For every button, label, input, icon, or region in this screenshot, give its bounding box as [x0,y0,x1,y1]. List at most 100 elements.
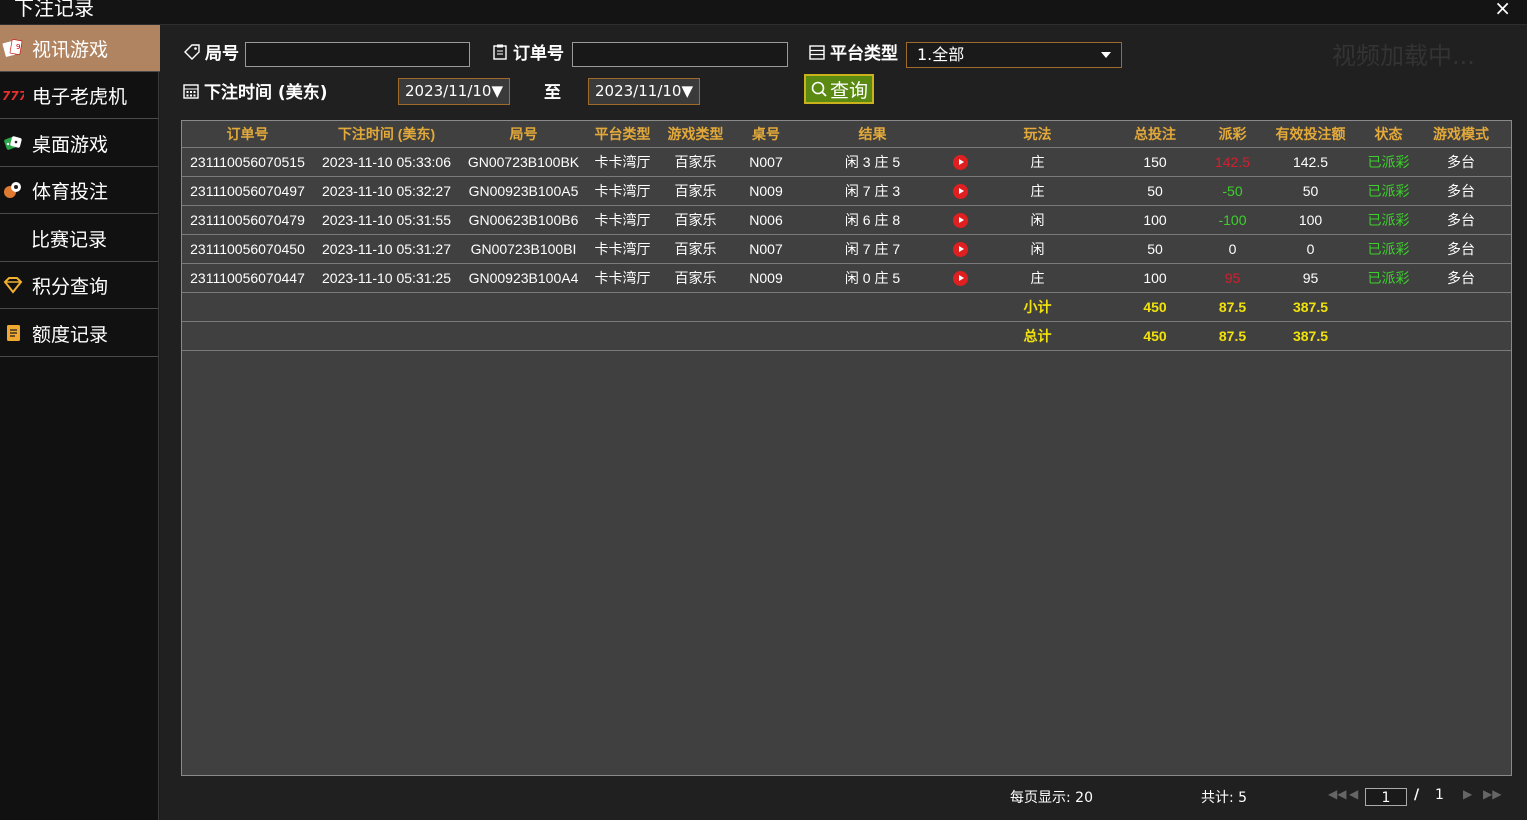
total-bet: 450 [1100,321,1210,351]
next-page-icon[interactable]: ▶ [1463,787,1472,801]
total-valid: 387.5 [1255,321,1366,351]
page-separator: / [1414,787,1420,803]
col-header-status[interactable]: 状态 [1366,121,1411,148]
platform-select[interactable]: 1.全部 [906,42,1122,68]
last-page-icon[interactable]: ▶▶ [1483,787,1501,801]
cell-order: 231110056070447 [182,263,313,293]
close-icon[interactable]: × [1494,0,1511,20]
sidebar-item-label: 电子老虎机 [32,85,128,108]
play-video-icon[interactable] [953,155,968,171]
video-loading-text: 视频加载中... [1332,42,1475,70]
cell-video [946,176,975,206]
cell-play: 庄 [975,176,1100,206]
col-header-total-bet[interactable]: 总投注 [1100,121,1210,148]
cell-round: GN00723B100BI [460,234,587,264]
order-input[interactable] [572,42,788,67]
cell-game-mode: 多台 [1411,263,1511,293]
round-input[interactable] [245,42,470,67]
sidebar-item-points[interactable]: 积分查询 [0,262,158,309]
cell-payout: 0 [1210,234,1255,264]
table-row[interactable]: 231110056070447 2023-11-10 05:31:25 GN00… [182,263,1511,293]
table-row[interactable]: 231110056070450 2023-11-10 05:31:27 GN00… [182,234,1511,264]
cell-game-type: 百家乐 [658,147,733,177]
first-page-icon[interactable]: ◀◀ [1328,787,1346,801]
date-from-picker[interactable]: 2023/11/10▼ [398,78,510,105]
cell-total-bet: 150 [1100,147,1210,177]
sidebar-item-table-games[interactable]: 桌面游戏 [0,120,158,167]
sidebar-item-credit-records[interactable]: 额度记录 [0,310,158,357]
sidebar-item-sports[interactable]: 体育投注 [0,167,158,214]
cell-total-bet: 100 [1100,205,1210,235]
play-video-icon[interactable] [953,213,968,229]
cell-game-type: 百家乐 [658,205,733,235]
chevron-down-icon [1101,52,1111,58]
play-video-icon[interactable] [953,242,968,258]
platform-selected-value: 1.全部 [917,45,965,64]
col-header-time[interactable]: 下注时间 (美东) [313,121,460,148]
cell-video [946,205,975,235]
cell-order: 231110056070479 [182,205,313,235]
round-label: 局号 [183,39,239,64]
sidebar-item-label: 桌面游戏 [32,133,109,156]
sidebar-item-label: 视讯游戏 [32,38,109,61]
total-row: 总计 450 87.5 387.5 [182,321,1511,351]
cell-valid-bet: 142.5 [1255,147,1366,177]
col-header-round[interactable]: 局号 [460,121,587,148]
sidebar-item-live-games[interactable]: 9 视讯游戏 [0,25,168,72]
cell-result: 闲 6 庄 8 [799,205,946,235]
cell-payout: 142.5 [1210,147,1255,177]
col-header-platform[interactable]: 平台类型 [587,121,658,148]
col-header-payout[interactable]: 派彩 [1210,121,1255,148]
date-to-picker[interactable]: 2023/11/10▼ [588,78,700,105]
col-header-table-no[interactable]: 桌号 [733,121,799,148]
cell-game-type: 百家乐 [658,176,733,206]
subtotal-payout: 87.5 [1210,292,1255,322]
table-row[interactable]: 231110056070497 2023-11-10 05:32:27 GN00… [182,176,1511,206]
sidebar-item-label: 积分查询 [32,275,109,298]
cell-result: 闲 0 庄 5 [799,263,946,293]
time-label: 下注时间 (美东) [182,78,327,103]
col-header-result[interactable]: 结果 [799,121,946,148]
cell-video [946,147,975,177]
cell-game-type: 百家乐 [658,234,733,264]
main-panel: 视频加载中... 局号 订单号 平台类型 1.全部 下注时间 (美东) 2023… [160,25,1527,820]
diamond-icon [2,274,24,296]
cell-round: GN00723B100BK [460,147,587,177]
cell-total-bet: 100 [1100,263,1210,293]
cell-platform: 卡卡湾厅 [587,176,658,206]
cell-table-no: N009 [733,176,799,206]
col-header-game-mode[interactable]: 游戏模式 [1411,121,1511,148]
order-label-text: 订单号 [513,44,564,64]
col-header-valid-bet[interactable]: 有效投注额 [1255,121,1366,148]
search-button-label: 查询 [829,79,868,102]
cell-time: 2023-11-10 05:31:55 [313,205,460,235]
clipboard-icon [491,43,509,61]
tag-icon [183,43,201,61]
list-icon [808,43,826,61]
prev-page-icon[interactable]: ◀ [1349,787,1358,801]
cell-result: 闲 7 庄 3 [799,176,946,206]
cell-time: 2023-11-10 05:32:27 [313,176,460,206]
play-video-icon[interactable] [953,184,968,200]
cell-order: 231110056070450 [182,234,313,264]
page-number-input[interactable]: 1 [1365,788,1407,806]
cell-game-type: 百家乐 [658,263,733,293]
sidebar-item-slots[interactable]: 777 电子老虎机 [0,72,158,119]
cell-table-no: N009 [733,263,799,293]
table-row[interactable]: 231110056070515 2023-11-10 05:33:06 GN00… [182,147,1511,177]
window-title: 下注记录 [14,0,94,20]
col-header-play[interactable]: 玩法 [975,121,1100,148]
sidebar-item-match-records[interactable]: 比赛记录 [0,215,158,262]
col-header-game-type[interactable]: 游戏类型 [658,121,733,148]
cell-valid-bet: 100 [1255,205,1366,235]
cell-game-mode: 多台 [1411,205,1511,235]
table-row[interactable]: 231110056070479 2023-11-10 05:31:55 GN00… [182,205,1511,235]
col-header-order[interactable]: 订单号 [182,121,313,148]
platform-label: 平台类型 [808,39,898,64]
svg-text:9: 9 [16,43,20,51]
cell-status: 已派彩 [1366,263,1411,293]
play-video-icon[interactable] [953,271,968,287]
total-pages: 1 [1435,787,1444,803]
search-button[interactable]: 查询 [804,74,874,104]
title-bar: 下注记录 × [0,0,1527,25]
